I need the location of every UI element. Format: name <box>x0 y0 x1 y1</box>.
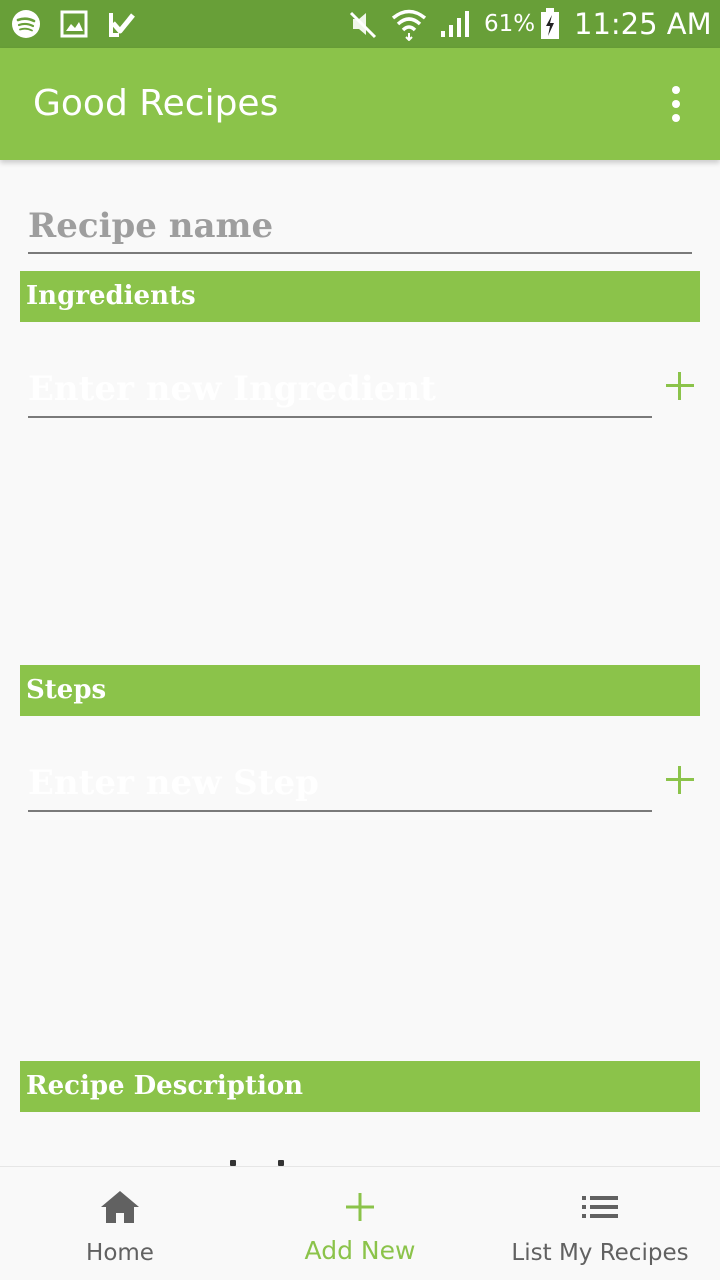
wifi-icon <box>390 8 428 41</box>
nav-add-new[interactable]: Add New <box>240 1167 480 1280</box>
more-vert-icon-dot <box>672 100 680 108</box>
nav-list-my-recipes-label: List My Recipes <box>511 1240 689 1266</box>
ingredients-header: Ingredients <box>20 271 700 322</box>
home-icon <box>98 1187 142 1227</box>
ingredient-input[interactable] <box>28 362 652 418</box>
more-vert-icon <box>672 86 680 94</box>
nav-add-new-label: Add New <box>304 1236 416 1265</box>
signal-icon <box>438 8 474 40</box>
battery-charging-icon <box>538 8 562 40</box>
step-input[interactable] <box>28 756 652 812</box>
recipe-name-input[interactable] <box>28 200 692 254</box>
nav-home[interactable]: Home <box>0 1167 240 1280</box>
app-title: Good Recipes <box>33 83 279 124</box>
nav-home-label: Home <box>86 1240 154 1266</box>
clock: 11:25 AM <box>574 7 712 41</box>
spotify-icon <box>10 8 42 40</box>
bottom-navigation: Home Add New List My Recipes <box>0 1166 720 1280</box>
app-bar: Good Recipes <box>0 48 720 160</box>
description-header: Recipe Description <box>20 1061 700 1112</box>
battery-percent: 61% <box>484 11 536 37</box>
task-check-icon <box>106 8 138 40</box>
description-input-peek[interactable] <box>226 1158 296 1166</box>
more-vert-icon-dot <box>672 114 680 122</box>
add-step-button[interactable] <box>658 758 702 802</box>
plus-icon <box>338 1187 382 1227</box>
mute-icon <box>346 8 380 40</box>
steps-header: Steps <box>20 665 700 716</box>
add-ingredient-button[interactable] <box>658 364 702 408</box>
status-bar: 61% 11:25 AM <box>0 0 720 48</box>
overflow-menu-button[interactable] <box>656 82 696 126</box>
image-icon <box>58 8 90 40</box>
nav-list-my-recipes[interactable]: List My Recipes <box>480 1167 720 1280</box>
list-icon <box>578 1187 622 1227</box>
